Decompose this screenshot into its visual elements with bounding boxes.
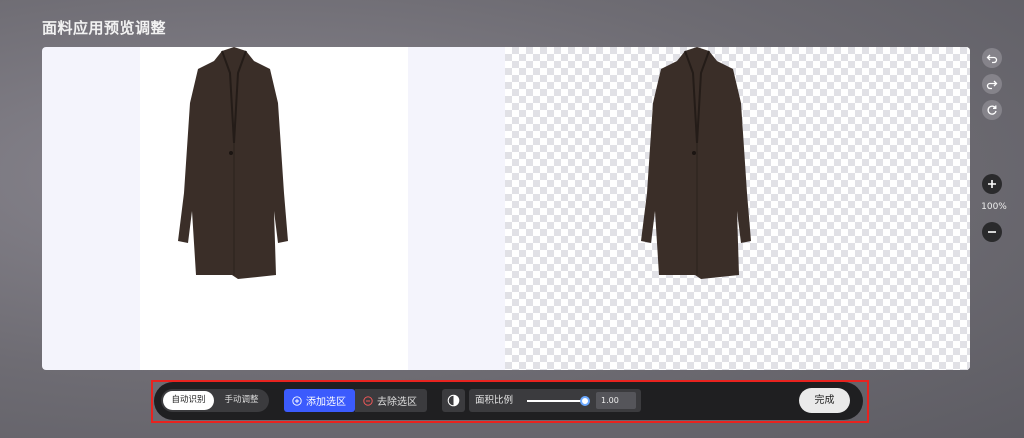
undo-icon [986, 54, 998, 64]
undo-button[interactable] [982, 48, 1002, 68]
redo-icon [986, 80, 998, 90]
mode-toggle: 自动识别 手动调整 [161, 389, 269, 412]
redo-button[interactable] [982, 74, 1002, 94]
minus-circle-icon [363, 395, 373, 406]
reset-button[interactable] [982, 100, 1002, 120]
slider-thumb[interactable] [580, 396, 590, 406]
add-selection-button[interactable]: 添加选区 [284, 389, 355, 412]
area-ratio-group: 面积比例 1.00 [469, 389, 641, 412]
reset-icon [987, 105, 997, 115]
contrast-icon [447, 394, 460, 407]
zoom-in-button[interactable] [982, 174, 1002, 194]
page-title: 面料应用预览调整 [42, 19, 167, 37]
remove-selection-button[interactable]: 去除选区 [355, 389, 427, 412]
plus-icon [988, 180, 996, 188]
plus-circle-icon [292, 395, 302, 406]
area-ratio-slider[interactable] [527, 396, 590, 406]
add-selection-label: 添加选区 [306, 397, 346, 408]
slider-fill [527, 400, 585, 402]
remove-selection-label: 去除选区 [377, 397, 417, 408]
mode-auto-button[interactable]: 自动识别 [163, 391, 214, 410]
done-button[interactable]: 完成 [799, 388, 850, 413]
mode-manual-button[interactable]: 手动调整 [216, 391, 267, 410]
zoom-out-button[interactable] [982, 222, 1002, 242]
bottom-toolbar: 自动识别 手动调整 添加选区 去除选区 面积比例 1.00 完成 [154, 382, 863, 420]
area-ratio-value[interactable]: 1.00 [596, 392, 636, 409]
contrast-button[interactable] [442, 389, 465, 412]
zoom-level: 100% [981, 202, 1007, 212]
area-ratio-label: 面积比例 [475, 395, 514, 406]
result-coat-image [641, 47, 751, 279]
original-coat-image [178, 47, 288, 279]
minus-icon [988, 231, 996, 233]
